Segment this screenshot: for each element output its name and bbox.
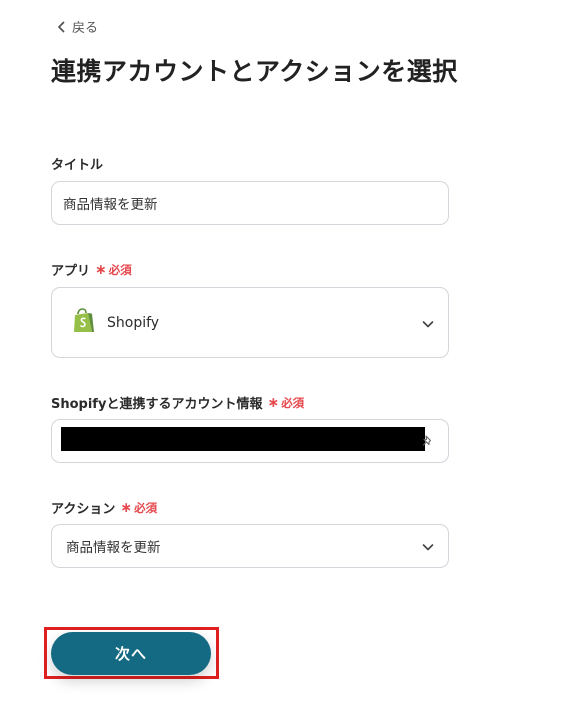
required-asterisk-icon: ∗ [95,261,107,278]
back-label: 戻る [72,21,99,36]
action-field-label: アクション ∗ 必須 [51,498,157,518]
action-label-text: アクション [51,502,116,517]
shopify-logo-icon [73,307,95,338]
chevron-down-icon [422,313,434,332]
app-name: Shopify [107,314,160,331]
chevron-down-icon [422,537,434,556]
required-asterisk-icon: ∗ [267,394,280,411]
page-title: 連携アカウントとアクションを選択 [51,57,458,86]
app-label-text: アプリ [51,264,91,279]
account-select[interactable] [51,419,449,463]
required-text: 必須 [108,262,132,277]
required-asterisk-icon: ∗ [120,499,133,516]
app-select[interactable]: Shopify [51,287,449,358]
account-field-label: Shopifyと連携するアカウント情報 ∗ 必須 [51,393,304,413]
required-text: 必須 [134,500,158,515]
title-field-label: タイトル [51,154,103,173]
redacted-account-value [61,427,425,451]
title-label-text: タイトル [51,158,104,173]
title-field[interactable] [51,181,449,225]
action-select-value: 商品情報を更新 [66,540,161,556]
title-input[interactable] [52,195,448,211]
app-field-label: アプリ ∗ 必須 [51,260,132,280]
required-badge: ∗ 必須 [120,500,157,516]
back-link[interactable]: 戻る [57,17,98,36]
required-text: 必須 [281,395,305,410]
account-label-text: Shopifyと連携するアカウント情報 [51,397,263,412]
next-button[interactable]: 次へ [51,632,211,675]
action-select[interactable]: 商品情報を更新 [51,524,449,568]
chevron-left-icon [57,21,66,33]
pin-icon[interactable] [422,432,434,451]
required-badge: ∗ 必須 [267,395,304,411]
required-badge: ∗ 必須 [95,262,132,278]
